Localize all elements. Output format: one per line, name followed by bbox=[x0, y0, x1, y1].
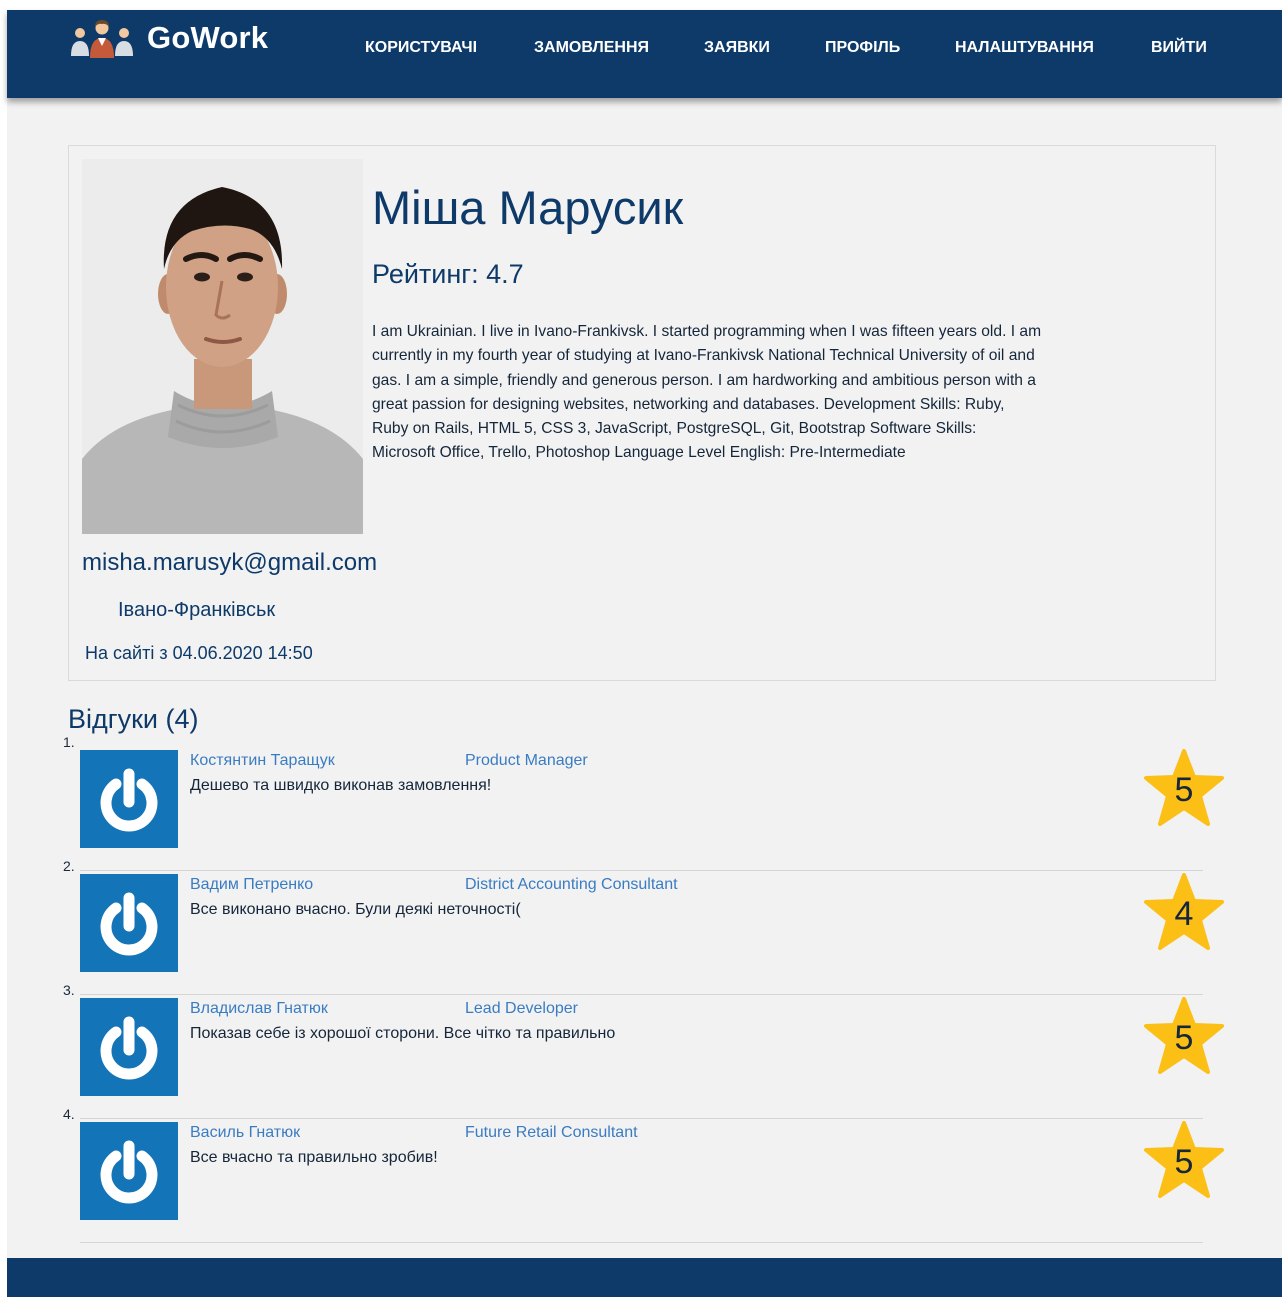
reviewer-avatar[interactable] bbox=[80, 1122, 178, 1220]
reviewer-name-link[interactable]: Владислав Гнатюк bbox=[190, 1000, 328, 1018]
review-number: 1. bbox=[63, 734, 75, 750]
reviewer-role: Future Retail Consultant bbox=[465, 1124, 638, 1141]
profile-name: Міша Марусик bbox=[372, 181, 684, 234]
profile-joined-date: На сайті з 04.06.2020 14:50 bbox=[85, 643, 313, 663]
review-score: 5 bbox=[1174, 771, 1194, 809]
review-rating: 5 bbox=[1143, 1120, 1225, 1202]
profile-card: Міша Марусик Рейтинг: 4.7 I am Ukrainian… bbox=[68, 145, 1216, 681]
power-logo-icon bbox=[100, 1140, 158, 1204]
reviewer-name-link[interactable]: Василь Гнатюк bbox=[190, 1124, 300, 1142]
brand-name: GoWork bbox=[147, 20, 269, 55]
nav-settings[interactable]: НАЛАШТУВАННЯ bbox=[955, 39, 1094, 57]
profile-city: Івано-Франківськ bbox=[118, 599, 276, 621]
top-navbar: GoWork КОРИСТУВАЧІ ЗАМОВЛЕННЯ ЗАЯВКИ ПРО… bbox=[7, 10, 1282, 98]
reviewer-role: Product Manager bbox=[465, 752, 588, 769]
review-rating: 5 bbox=[1143, 748, 1225, 830]
power-logo-icon bbox=[100, 1016, 158, 1080]
power-logo-icon bbox=[100, 768, 158, 832]
power-logo-icon bbox=[100, 892, 158, 956]
profile-photo bbox=[82, 159, 363, 534]
review-text: Дешево та швидко виконав замовлення! bbox=[190, 777, 492, 794]
review-text: Показав себе із хорошої сторони. Все чіт… bbox=[190, 1025, 616, 1042]
reviewer-name-link[interactable]: Вадим Петренко bbox=[190, 876, 313, 894]
review-number: 3. bbox=[63, 982, 75, 998]
nav-logout[interactable]: ВИЙТИ bbox=[1151, 39, 1207, 57]
review-number: 2. bbox=[63, 858, 75, 874]
profile-rating: Рейтинг: 4.7 bbox=[372, 259, 524, 289]
review-text: Все вчасно та правильно зробив! bbox=[190, 1149, 438, 1166]
reviewer-avatar[interactable] bbox=[80, 874, 178, 972]
review-item: 2. Вадим Петренко District Accounting Co… bbox=[63, 858, 1224, 995]
page: GoWork КОРИСТУВАЧІ ЗАМОВЛЕННЯ ЗАЯВКИ ПРО… bbox=[7, 10, 1282, 1297]
review-score: 5 bbox=[1174, 1019, 1194, 1057]
nav-orders[interactable]: ЗАМОВЛЕННЯ bbox=[534, 39, 649, 57]
profile-email: misha.marusyk@gmail.com bbox=[82, 549, 378, 576]
reviewer-role: District Accounting Consultant bbox=[465, 876, 678, 893]
nav-requests[interactable]: ЗАЯВКИ bbox=[704, 39, 770, 57]
profile-bio: I am Ukrainian. I live in Ivano-Frankivs… bbox=[372, 323, 1042, 462]
nav-users[interactable]: КОРИСТУВАЧІ bbox=[365, 39, 477, 57]
review-rating: 5 bbox=[1143, 996, 1225, 1078]
review-score: 5 bbox=[1174, 1143, 1194, 1181]
people-group-icon bbox=[71, 20, 133, 58]
review-item: 1. Костянтин Таращук Product Manager Деш… bbox=[63, 734, 1224, 871]
footer-bar bbox=[7, 1258, 1282, 1297]
brand-link[interactable]: GoWork bbox=[67, 18, 268, 58]
review-score: 4 bbox=[1174, 895, 1194, 933]
review-rating: 4 bbox=[1143, 872, 1225, 954]
review-number: 4. bbox=[63, 1106, 75, 1122]
reviewer-avatar[interactable] bbox=[80, 998, 178, 1096]
reviewer-role: Lead Developer bbox=[465, 1000, 578, 1017]
review-item: 4. Василь Гнатюк Future Retail Consultan… bbox=[63, 1106, 1224, 1243]
reviewer-avatar[interactable] bbox=[80, 750, 178, 848]
reviews-heading: Відгуки (4) bbox=[68, 704, 199, 734]
review-item: 3. Владислав Гнатюк Lead Developer Показ… bbox=[63, 982, 1224, 1119]
review-text: Все виконано вчасно. Були деякі неточнос… bbox=[190, 901, 521, 918]
nav-profile[interactable]: ПРОФІЛЬ bbox=[825, 39, 900, 57]
reviewer-name-link[interactable]: Костянтин Таращук bbox=[190, 752, 335, 770]
